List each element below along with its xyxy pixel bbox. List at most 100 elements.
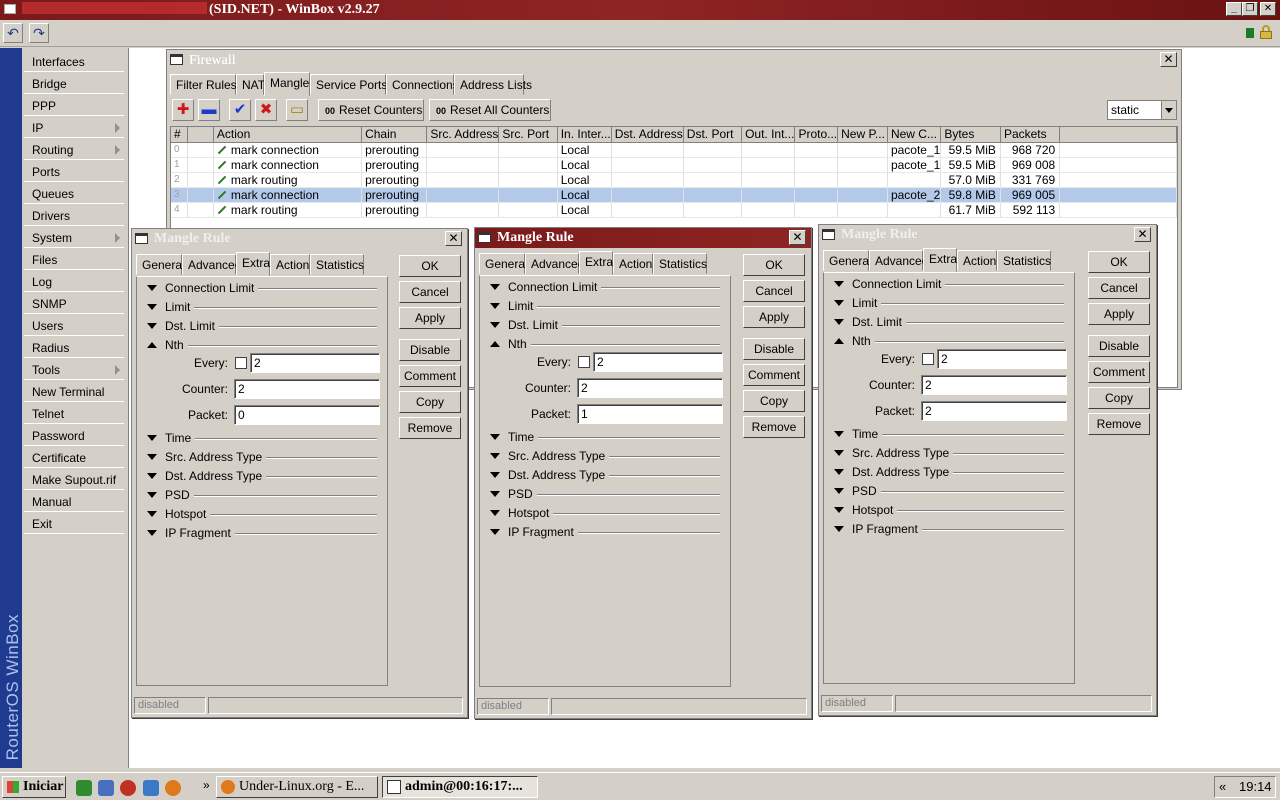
section-dst-address-type[interactable]: Dst. Address Type bbox=[834, 464, 1064, 480]
counter-field[interactable]: 2 bbox=[234, 379, 380, 399]
remove-button[interactable]: Remove bbox=[743, 416, 805, 438]
copy-button[interactable]: Copy bbox=[1088, 387, 1150, 409]
column-header[interactable]: Proto... bbox=[794, 127, 839, 143]
column-header[interactable]: Chain bbox=[361, 127, 428, 143]
dialog-title-bar[interactable]: Mangle Rule ✕ bbox=[132, 229, 467, 249]
table-row[interactable]: 2 mark routing prerouting Local 57.0 MiB 331 … bbox=[171, 172, 1177, 188]
comment-button[interactable]: Comment bbox=[1088, 361, 1150, 383]
section-ip-fragment[interactable]: IP Fragment bbox=[490, 524, 720, 540]
tab-general[interactable]: General bbox=[479, 253, 528, 274]
section-psd[interactable]: PSD bbox=[490, 486, 720, 502]
menu-item-ppp[interactable]: PPP bbox=[24, 96, 124, 116]
section-time[interactable]: Time bbox=[147, 430, 377, 446]
add-icon[interactable]: ✚ bbox=[172, 99, 194, 121]
tab-action[interactable]: Action bbox=[270, 254, 310, 275]
every-negate-checkbox[interactable] bbox=[235, 357, 247, 369]
tab-nat[interactable]: NAT bbox=[236, 74, 265, 95]
packet-field[interactable]: 2 bbox=[921, 401, 1067, 421]
start-button[interactable]: Iniciar bbox=[2, 776, 66, 798]
undo-icon[interactable]: ↶ bbox=[3, 23, 23, 43]
section-nth[interactable]: Nth bbox=[834, 333, 1064, 349]
quicklaunch-firefox-icon[interactable] bbox=[165, 780, 181, 796]
close-icon[interactable]: ✕ bbox=[1160, 52, 1177, 67]
section-ip-fragment[interactable]: IP Fragment bbox=[147, 525, 377, 541]
tab-general[interactable]: General bbox=[136, 254, 185, 275]
column-header[interactable]: Src. Port bbox=[498, 127, 558, 143]
tab-general[interactable]: General bbox=[823, 250, 872, 271]
redo-icon[interactable]: ↷ bbox=[29, 23, 49, 43]
menu-item-files[interactable]: Files bbox=[24, 250, 124, 270]
minimize-icon[interactable]: _ bbox=[1226, 2, 1242, 16]
column-header[interactable]: Src. Address bbox=[426, 127, 500, 143]
dialog-title-bar[interactable]: Mangle Rule ✕ bbox=[819, 225, 1156, 245]
reset-counters-button[interactable]: 00 Reset Counters bbox=[318, 99, 424, 121]
section-ip-fragment[interactable]: IP Fragment bbox=[834, 521, 1064, 537]
quicklaunch-app-icon[interactable] bbox=[76, 780, 92, 796]
menu-item-routing[interactable]: Routing bbox=[24, 140, 124, 160]
comment-button[interactable]: Comment bbox=[399, 365, 461, 387]
menu-item-drivers[interactable]: Drivers bbox=[24, 206, 124, 226]
section-psd[interactable]: PSD bbox=[834, 483, 1064, 499]
every-field[interactable]: 2 bbox=[250, 353, 380, 373]
column-header[interactable]: Out. Int... bbox=[741, 127, 796, 143]
section-time[interactable]: Time bbox=[834, 426, 1064, 442]
ok-button[interactable]: OK bbox=[743, 254, 805, 276]
every-field[interactable]: 2 bbox=[593, 352, 723, 372]
apply-button[interactable]: Apply bbox=[743, 306, 805, 328]
menu-item-ip[interactable]: IP bbox=[24, 118, 124, 138]
copy-button[interactable]: Copy bbox=[399, 391, 461, 413]
close-icon[interactable]: ✕ bbox=[789, 230, 806, 245]
tab-extra[interactable]: Extra bbox=[236, 252, 270, 276]
cancel-button[interactable]: Cancel bbox=[743, 280, 805, 302]
disable-x-icon[interactable]: ✖ bbox=[255, 99, 277, 121]
tab-mangle[interactable]: Mangle bbox=[264, 72, 310, 96]
column-header[interactable]: Dst. Port bbox=[683, 127, 743, 143]
every-negate-checkbox[interactable] bbox=[578, 356, 590, 368]
section-hotspot[interactable]: Hotspot bbox=[147, 506, 377, 522]
section-psd[interactable]: PSD bbox=[147, 487, 377, 503]
dialog-title-bar[interactable]: Mangle Rule ✕ bbox=[475, 228, 811, 248]
menu-item-users[interactable]: Users bbox=[24, 316, 124, 336]
menu-item-telnet[interactable]: Telnet bbox=[24, 404, 124, 424]
packet-field[interactable]: 1 bbox=[577, 404, 723, 424]
tray-expand-icon[interactable]: « bbox=[1219, 777, 1226, 797]
menu-item-bridge[interactable]: Bridge bbox=[24, 74, 124, 94]
counter-field[interactable]: 2 bbox=[921, 375, 1067, 395]
disable-button[interactable]: Disable bbox=[1088, 335, 1150, 357]
packet-field[interactable]: 0 bbox=[234, 405, 380, 425]
tab-action[interactable]: Action bbox=[613, 253, 653, 274]
close-icon[interactable]: ✕ bbox=[1260, 2, 1276, 16]
quicklaunch-more-icon[interactable]: » bbox=[203, 778, 210, 792]
menu-item-password[interactable]: Password bbox=[24, 426, 124, 446]
section-src-address-type[interactable]: Src. Address Type bbox=[490, 448, 720, 464]
quicklaunch-ie-icon[interactable] bbox=[143, 780, 159, 796]
column-header[interactable]: Packets bbox=[1000, 127, 1061, 143]
ok-button[interactable]: OK bbox=[399, 255, 461, 277]
section-src-address-type[interactable]: Src. Address Type bbox=[834, 445, 1064, 461]
menu-item-new-terminal[interactable]: New Terminal bbox=[24, 382, 124, 402]
menu-item-log[interactable]: Log bbox=[24, 272, 124, 292]
menu-item-interfaces[interactable]: Interfaces bbox=[24, 52, 124, 72]
tab-filter-rules[interactable]: Filter Rules bbox=[170, 74, 237, 95]
tab-advanced[interactable]: Advanced bbox=[525, 253, 584, 274]
restore-icon[interactable]: ❐ bbox=[1242, 2, 1258, 16]
rule-filter-select[interactable]: static bbox=[1107, 100, 1177, 120]
column-header[interactable]: New C... bbox=[887, 127, 942, 143]
apply-button[interactable]: Apply bbox=[1088, 303, 1150, 325]
column-header[interactable]: New P... bbox=[837, 127, 888, 143]
remove-button[interactable]: Remove bbox=[1088, 413, 1150, 435]
disable-button[interactable]: Disable bbox=[399, 339, 461, 361]
table-row[interactable]: 1 mark connection prerouting Local pacote_1 5… bbox=[171, 157, 1177, 173]
every-field[interactable]: 2 bbox=[937, 349, 1067, 369]
table-row[interactable]: 0 mark connection prerouting Local pacote_1 5… bbox=[171, 142, 1177, 158]
column-header[interactable]: Bytes bbox=[940, 127, 1001, 143]
close-icon[interactable]: ✕ bbox=[445, 231, 462, 246]
comment-icon[interactable]: ▭ bbox=[286, 99, 308, 121]
tab-advanced[interactable]: Advanced bbox=[869, 250, 928, 271]
section-nth[interactable]: Nth bbox=[147, 337, 377, 353]
section-limit[interactable]: Limit bbox=[834, 295, 1064, 311]
section-dst-limit[interactable]: Dst. Limit bbox=[147, 318, 377, 334]
apply-button[interactable]: Apply bbox=[399, 307, 461, 329]
tab-statistics[interactable]: Statistics bbox=[310, 254, 364, 275]
menu-item-radius[interactable]: Radius bbox=[24, 338, 124, 358]
